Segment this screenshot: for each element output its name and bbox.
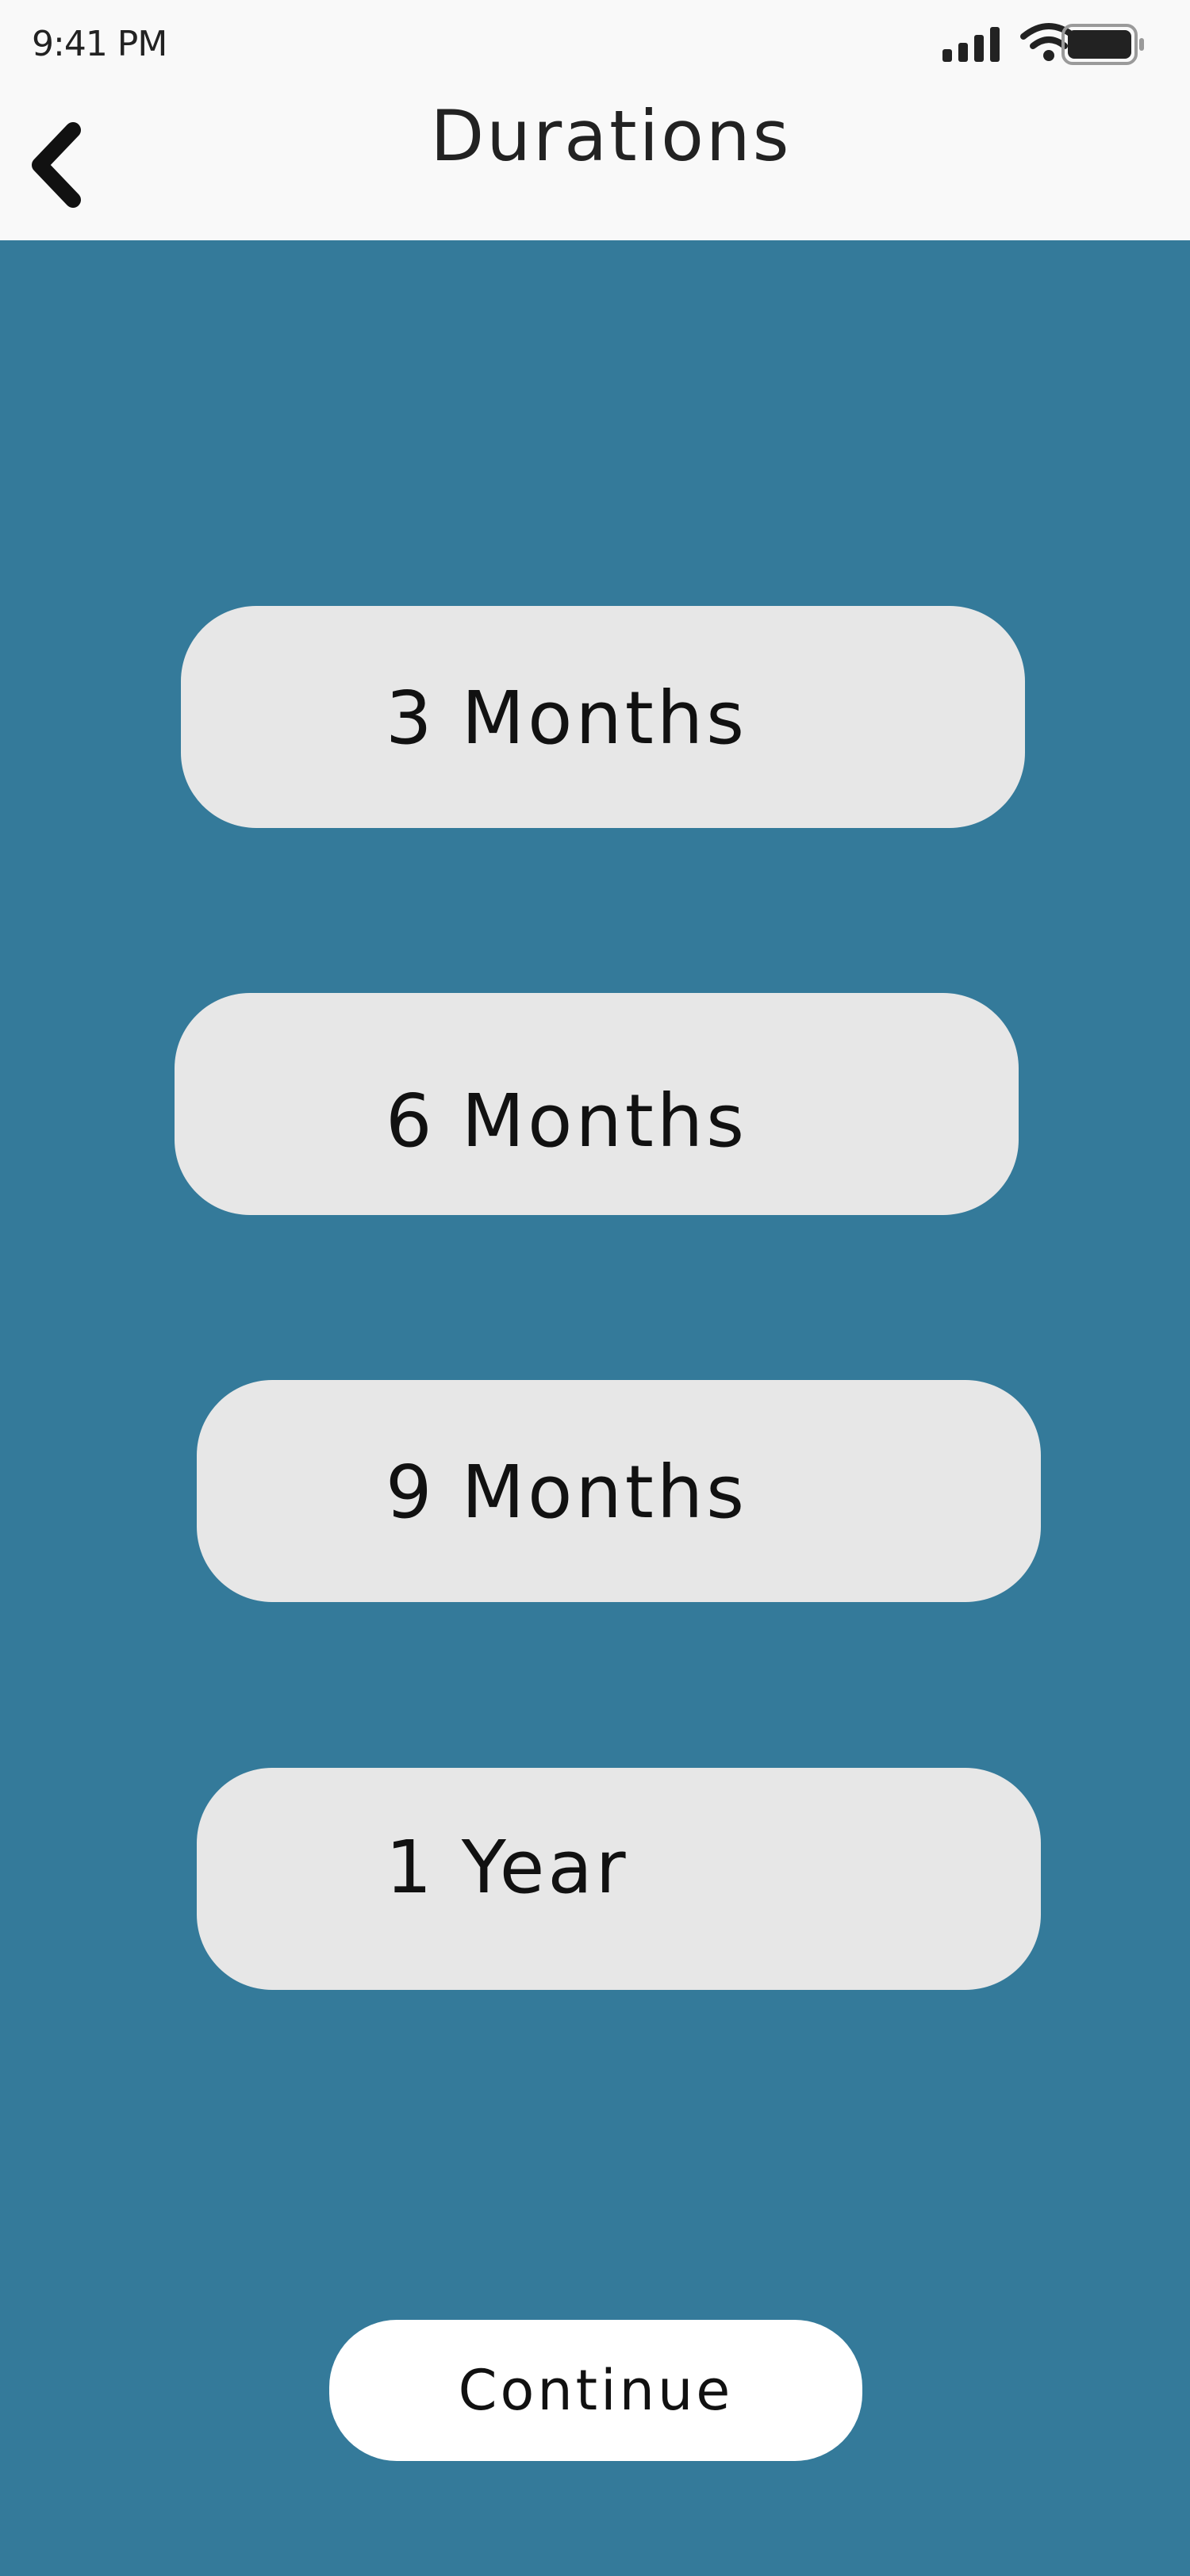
option-label: 1 Year <box>386 1825 629 1910</box>
continue-button[interactable]: Continue <box>329 2320 862 2461</box>
page-title: Durations <box>430 95 792 177</box>
signal-icon <box>942 27 1000 62</box>
option-label: 9 Months <box>386 1450 748 1535</box>
option-label: 3 Months <box>386 676 748 761</box>
option-1-year[interactable]: 1 Year <box>197 1768 1041 1990</box>
battery-icon <box>1061 24 1144 65</box>
status-time: 9:41 PM <box>32 24 167 64</box>
option-label: 6 Months <box>386 1079 748 1163</box>
top-bar: 9:41 PM Durations <box>0 0 1190 240</box>
option-6-months[interactable]: 6 Months <box>175 993 1019 1215</box>
durations-list: 3 Months 6 Months 9 Months 1 Year Contin… <box>0 240 1190 2576</box>
option-9-months[interactable]: 9 Months <box>197 1380 1041 1602</box>
option-3-months[interactable]: 3 Months <box>181 606 1025 828</box>
